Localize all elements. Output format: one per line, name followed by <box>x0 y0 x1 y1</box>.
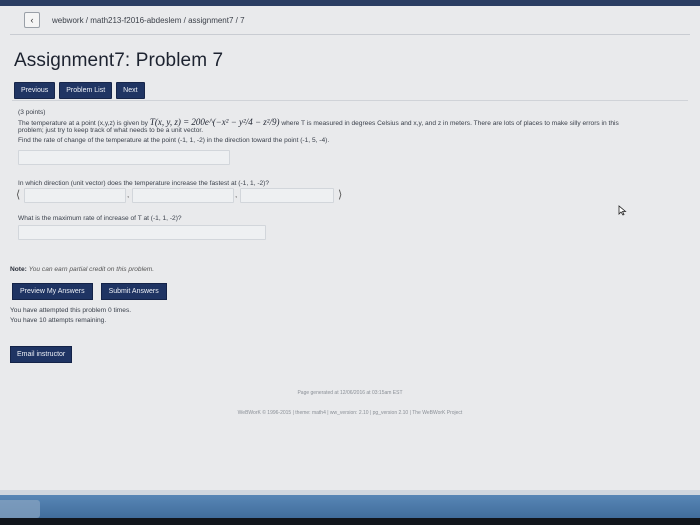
direction-x-input[interactable] <box>24 188 126 203</box>
breadcrumb-bar: ‹ webwork / math213-f2016-abdeslem / ass… <box>24 10 624 30</box>
direction-z-input[interactable] <box>240 188 334 203</box>
rate-of-change-input[interactable] <box>18 150 230 165</box>
question-direction: In which direction (unit vector) does th… <box>18 180 270 187</box>
temperature-formula: T(x, y, z) = 200e^(−x² − y²/4 − z²/9) <box>149 117 280 127</box>
top-strip <box>0 0 700 6</box>
problem-text-b: where T is measured in degrees Celsius a… <box>281 120 619 127</box>
vector-open-bracket: ⟨ <box>16 189 21 201</box>
back-button[interactable]: ‹ <box>24 12 40 28</box>
email-instructor-button[interactable]: Email instructor <box>10 346 73 363</box>
note-label: Note: <box>10 266 27 273</box>
direction-y-input[interactable] <box>132 188 234 203</box>
partial-credit-note: Note: You can earn partial credit on thi… <box>10 266 154 273</box>
breadcrumb[interactable]: webwork / math213-f2016-abdeslem / assig… <box>52 16 245 25</box>
previous-button[interactable]: Previous <box>14 82 56 99</box>
problem-nav: Previous Problem List Next <box>14 82 145 99</box>
next-button[interactable]: Next <box>116 82 145 99</box>
footer-copyright: WeBWorK © 1996-2015 | theme: math4 | ww_… <box>237 410 463 416</box>
chevron-left-icon: ‹ <box>30 15 34 25</box>
attempts-info: You have attempted this problem 0 times.… <box>10 306 131 326</box>
note-text: You can earn partial credit on this prob… <box>28 266 155 273</box>
preview-answers-button[interactable]: Preview My Answers <box>12 283 93 300</box>
vector-close-bracket: ⟩ <box>338 189 343 201</box>
start-button[interactable] <box>0 500 40 518</box>
problem-list-button[interactable]: Problem List <box>59 82 113 99</box>
page-title: Assignment7: Problem 7 <box>14 50 224 71</box>
screen-bezel <box>0 518 700 525</box>
header-divider <box>10 34 690 35</box>
comma-1: , <box>127 190 130 199</box>
comma-2: , <box>235 190 238 199</box>
answer-actions: Preview My Answers Submit Answers <box>12 283 167 300</box>
attempts-count: You have attempted this problem 0 times. <box>10 307 132 314</box>
attempts-remaining: You have 10 attempts remaining. <box>10 317 107 324</box>
problem-line2: problem; just try to keep track of what … <box>18 127 204 134</box>
max-rate-input[interactable] <box>18 225 266 240</box>
problem-points: (3 points) <box>18 109 46 116</box>
question-max-rate: What is the maximum rate of increase of … <box>18 215 182 222</box>
problem-text-a: The temperature at a point (x,y,z) is gi… <box>18 120 148 127</box>
footer-generated: Page generated at 12/06/2016 at 03:15am … <box>297 390 403 396</box>
problem-line3: Find the rate of change of the temperatu… <box>18 137 330 144</box>
mouse-cursor-icon <box>618 205 627 216</box>
submit-answers-button[interactable]: Submit Answers <box>100 283 167 300</box>
